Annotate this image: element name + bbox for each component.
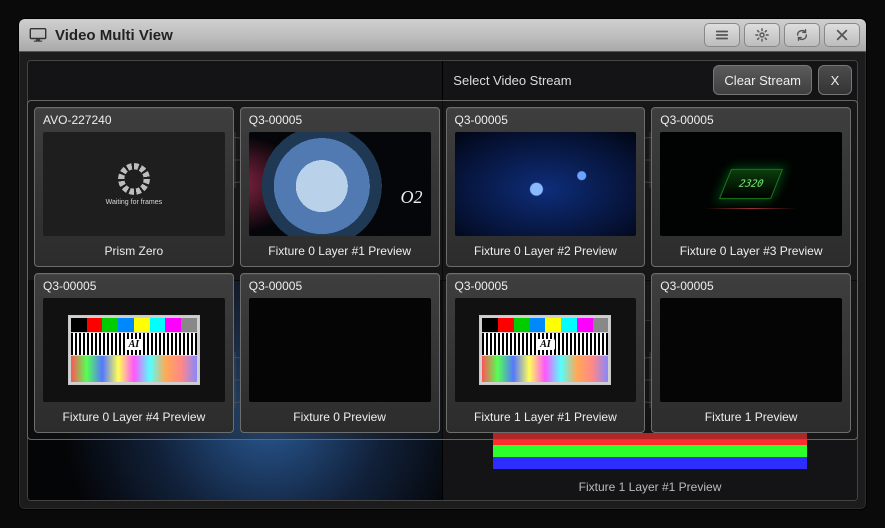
tile-thumbnail: 2320 [660, 132, 842, 236]
tile-source: Q3-00005 [35, 274, 233, 296]
window-body: Fixture 0 Layer #1 Preview Fixture 1 Lay… [19, 52, 866, 509]
stream-tile[interactable]: Q3-00005 Fixture 0 Layer #2 Preview [446, 107, 646, 267]
tile-thumbnail: O2 [249, 132, 431, 236]
tile-thumbnail: Waiting for frames [43, 132, 225, 236]
tile-source: Q3-00005 [241, 108, 439, 130]
tile-caption: Fixture 0 Layer #4 Preview [35, 404, 233, 432]
tile-source: Q3-00005 [447, 108, 645, 130]
tile-thumbnail: AI [455, 298, 637, 402]
tile-caption: Prism Zero [35, 238, 233, 266]
tile-caption: Fixture 0 Preview [241, 404, 439, 432]
refresh-button[interactable] [784, 23, 820, 47]
tile-caption: Fixture 0 Layer #2 Preview [447, 238, 645, 266]
tile-source: Q3-00005 [241, 274, 439, 296]
testcard-mark: AI [125, 339, 144, 350]
titlebar: Video Multi View [19, 19, 866, 52]
waiting-text: Waiting for frames [106, 199, 163, 206]
clear-stream-button[interactable]: Clear Stream [713, 65, 812, 95]
overlay-title: Select Video Stream [311, 73, 713, 88]
tile-caption: Fixture 0 Layer #1 Preview [241, 238, 439, 266]
overlay-header: Select Video Stream Clear Stream X [27, 60, 858, 100]
stream-tile[interactable]: Q3-00005 2320 Fixture 0 Layer #3 Preview [651, 107, 851, 267]
window-close-button[interactable] [824, 23, 860, 47]
stream-tile[interactable]: Q3-00005 AI Fixture 1 Layer #1 Preview [446, 273, 646, 433]
tile-source: AVO-227240 [35, 108, 233, 130]
tile-source: Q3-00005 [652, 108, 850, 130]
stream-tile[interactable]: Q3-00005 O2 Fixture 0 Layer #1 Preview [240, 107, 440, 267]
tile-caption: Fixture 0 Layer #3 Preview [652, 238, 850, 266]
stream-selector-overlay: Select Video Stream Clear Stream X AVO-2… [27, 60, 858, 440]
tile-caption: Fixture 1 Layer #1 Preview [447, 404, 645, 432]
tile-caption: Fixture 1 Preview [652, 404, 850, 432]
spinner-icon [118, 163, 150, 195]
tile-source: Q3-00005 [652, 274, 850, 296]
tile-thumbnail [455, 132, 637, 236]
titlebar-buttons [704, 23, 860, 47]
tile-thumbnail [249, 298, 431, 402]
testcard-mark: AI [536, 339, 555, 350]
stream-tile[interactable]: Q3-00005 Fixture 0 Preview [240, 273, 440, 433]
list-button[interactable] [704, 23, 740, 47]
stream-tile[interactable]: Q3-00005 AI Fixture 0 Layer #4 Preview [34, 273, 234, 433]
tile-thumbnail: AI [43, 298, 225, 402]
stream-tile[interactable]: AVO-227240 Waiting for frames Prism Zero [34, 107, 234, 267]
settings-button[interactable] [744, 23, 780, 47]
app-window: Video Multi View [18, 18, 867, 510]
titlebar-left: Video Multi View [29, 27, 704, 44]
thumbnail-mark: 2320 [719, 169, 783, 199]
video-slot-caption: Fixture 1 Layer #1 Preview [579, 480, 722, 500]
tile-thumbnail [660, 298, 842, 402]
stream-tile-grid: AVO-227240 Waiting for frames Prism Zero… [27, 100, 858, 440]
thumbnail-mark: O2 [401, 187, 423, 208]
tile-source: Q3-00005 [447, 274, 645, 296]
stream-tile[interactable]: Q3-00005 Fixture 1 Preview [651, 273, 851, 433]
monitor-icon [29, 28, 47, 42]
overlay-close-button[interactable]: X [818, 65, 852, 95]
window-title: Video Multi View [55, 27, 173, 44]
